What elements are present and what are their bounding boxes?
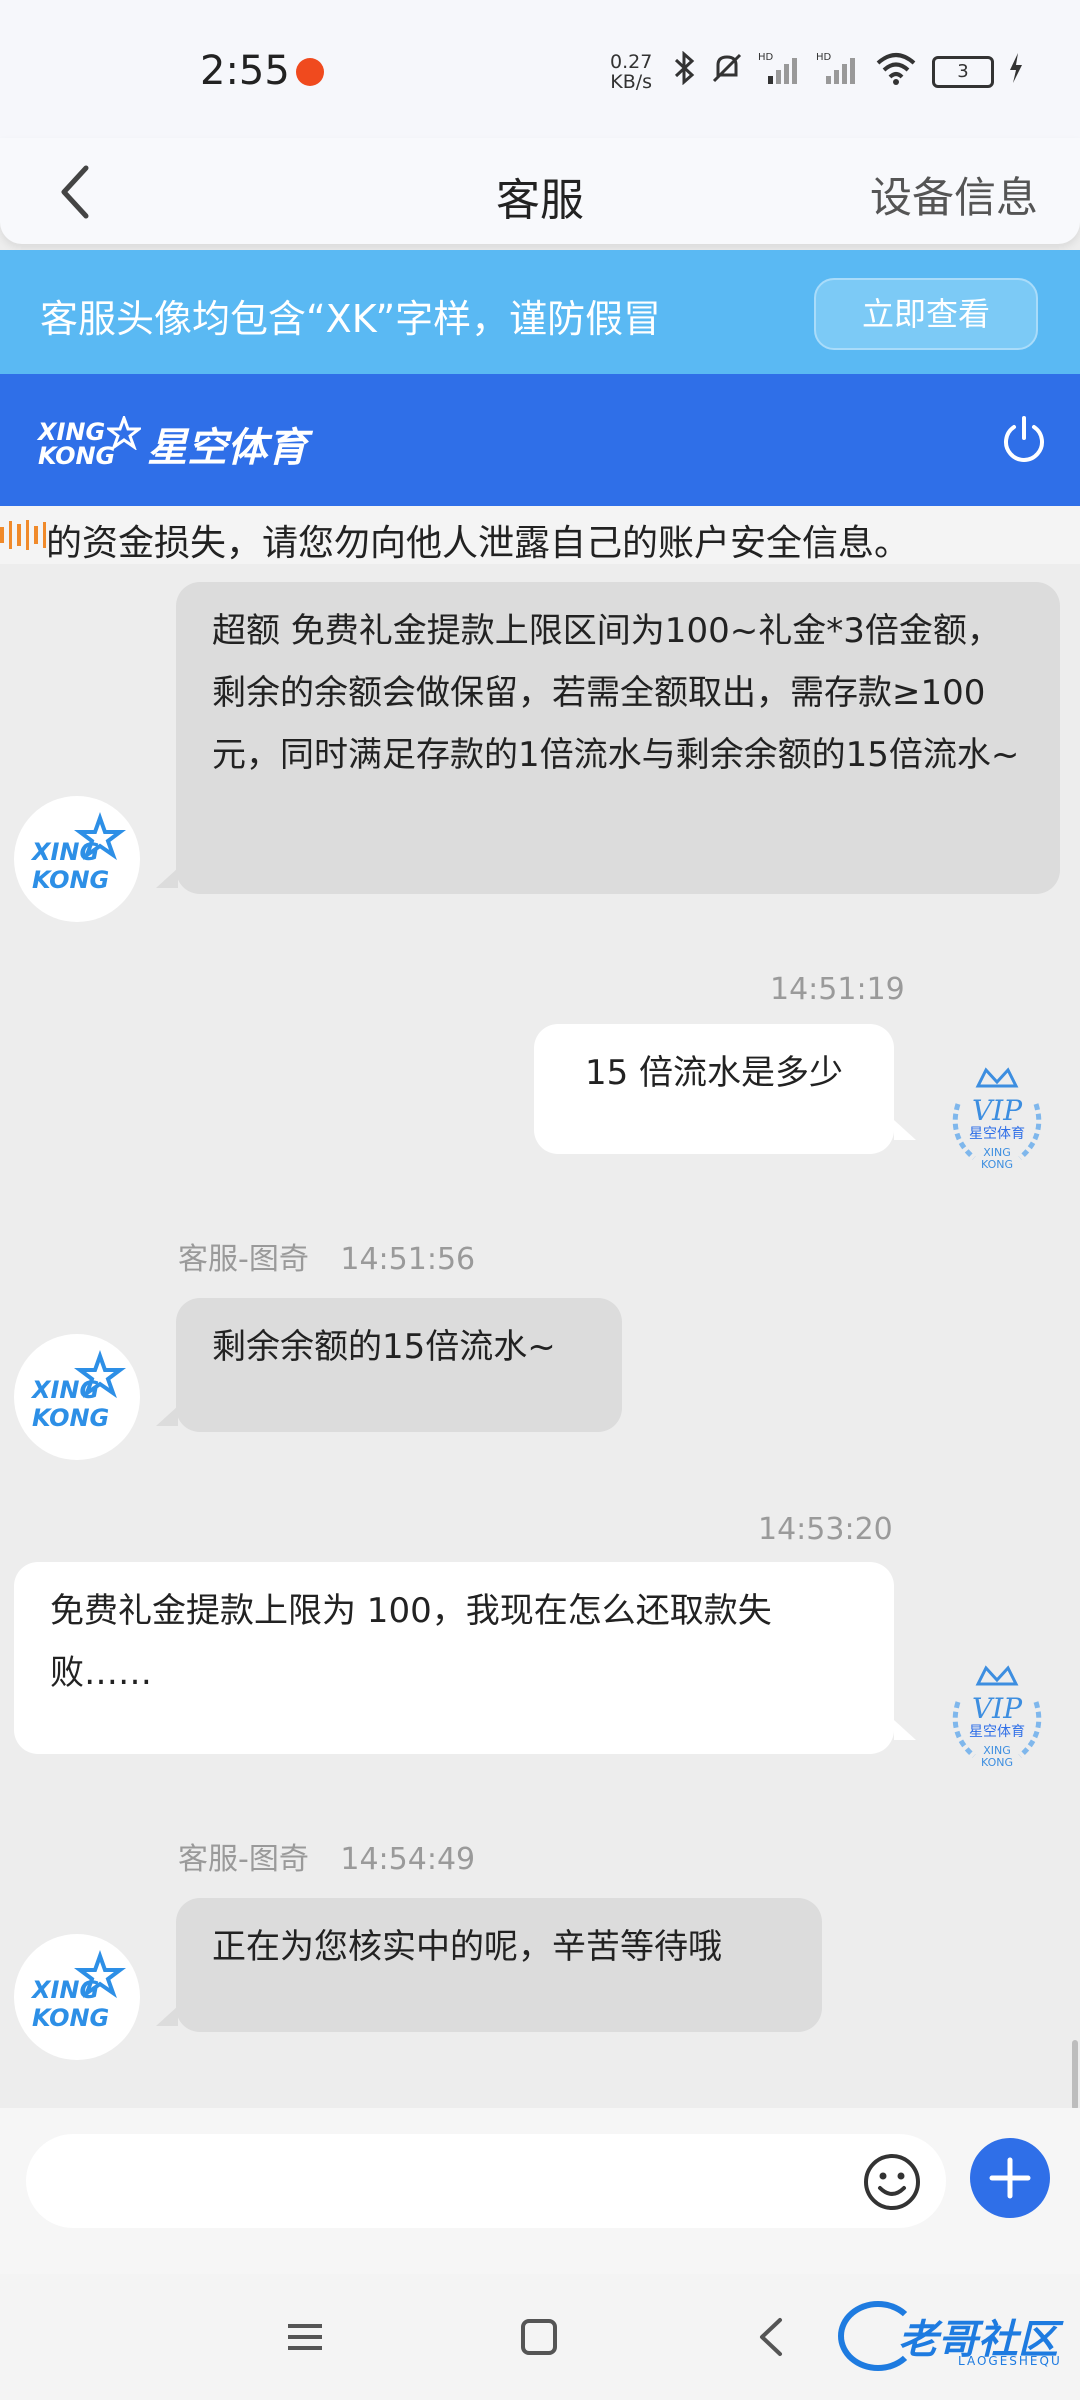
notification-dot-icon — [296, 58, 324, 86]
svg-text:VIP: VIP — [972, 1692, 1023, 1725]
svg-text:XING: XING — [30, 1376, 99, 1404]
plus-icon — [989, 2157, 1031, 2199]
notice-text: 客服头像均包含“XK”字样，谨防假冒 — [40, 297, 662, 341]
agent-sender-line: 客服-图奇 14:51:56 — [178, 1234, 475, 1278]
message-timestamp: 14:51:56 — [340, 1242, 476, 1277]
user-message-bubble: 免费礼金提款上限为 100，我现在怎么还取款失败…… — [14, 1562, 894, 1754]
agent-sender-line: 客服-图奇 14:54:49 — [178, 1834, 475, 1878]
user-vip-avatar[interactable]: VIP 星空体育 XING KONG — [934, 1654, 1060, 1780]
power-icon — [1004, 416, 1044, 462]
bluetooth-icon — [672, 50, 696, 93]
svg-text:XING: XING — [30, 1976, 99, 2004]
charging-icon — [1008, 53, 1024, 91]
chat-header: 客服 设备信息 — [0, 138, 1080, 244]
watermark-logo: 老哥社区 LAOGESHEQU — [838, 2296, 1068, 2376]
agent-avatar[interactable]: XING KONG — [14, 1334, 140, 1460]
mute-icon — [710, 51, 744, 93]
signal-icon-2: HD — [816, 50, 860, 94]
status-bar: 2:55 0.27 KB/s HD HD 3 — [0, 0, 1080, 138]
svg-text:VIP: VIP — [972, 1094, 1023, 1127]
message-input-bar — [0, 2108, 1080, 2274]
bubble-tail — [894, 1120, 916, 1140]
bubble-tail — [156, 2006, 178, 2026]
vip-badge-icon: VIP 星空体育 XING KONG — [952, 1665, 1042, 1769]
user-message-bubble: 15 倍流水是多少 — [534, 1024, 894, 1154]
bubble-tail — [894, 1720, 916, 1740]
vip-badge-icon: VIP 星空体育 XING KONG — [952, 1067, 1042, 1171]
message-timestamp: 14:54:49 — [340, 1842, 476, 1877]
battery-icon: 3 — [932, 56, 994, 88]
message-timestamp: 14:53:20 — [758, 1512, 893, 1547]
agent-message-bubble: 正在为您核实中的呢，辛苦等待哦 — [176, 1898, 822, 2032]
network-speed: 0.27 KB/s — [610, 51, 653, 93]
status-icons: HD HD 3 — [672, 50, 1024, 94]
wifi-icon — [874, 51, 918, 93]
logo-cn: 星空体育 — [147, 425, 308, 471]
anti-fraud-notice: 客服头像均包含“XK”字样，谨防假冒 立即查看 — [0, 250, 1080, 374]
bubble-tail — [156, 868, 178, 888]
svg-text:星空体育: 星空体育 — [969, 1724, 1025, 1740]
smiley-icon — [864, 2154, 920, 2210]
brand-bar: XING KONG 星空体育 — [0, 374, 1080, 506]
svg-text:KONG: KONG — [32, 1404, 109, 1432]
svg-text:KONG: KONG — [981, 1756, 1013, 1769]
svg-text:HD: HD — [816, 52, 832, 63]
bubble-tail — [156, 1406, 178, 1426]
xingkong-logo-icon: XING KONG — [30, 812, 126, 894]
agent-avatar[interactable]: XING KONG — [14, 796, 140, 922]
agent-name: 客服-图奇 — [178, 1842, 309, 1877]
message-input[interactable] — [26, 2134, 946, 2228]
back-triangle-icon — [760, 2318, 782, 2356]
agent-message-bubble: 超额 免费礼金提款上限区间为100~礼金*3倍金额，剩余的余额会做保留，若需全额… — [176, 582, 1060, 894]
svg-text:KONG: KONG — [981, 1158, 1013, 1171]
audio-bars-icon — [0, 520, 46, 550]
signal-icon-1: HD — [758, 50, 802, 94]
logo-en: XING KONG — [38, 418, 116, 470]
xingkong-logo-icon: XING KONG — [30, 1950, 126, 2032]
menu-icon — [288, 2324, 322, 2350]
xingkong-logo-icon: XING KONG — [30, 1350, 126, 1432]
svg-text:KONG: KONG — [32, 2004, 109, 2032]
view-now-button[interactable]: 立即查看 — [814, 278, 1038, 350]
add-attachment-button[interactable] — [970, 2138, 1050, 2218]
status-time: 2:55 — [200, 48, 290, 94]
back-nav-button[interactable] — [748, 2312, 798, 2362]
agent-message-bubble: 剩余余额的15倍流水~ — [176, 1298, 622, 1432]
svg-text:XING: XING — [30, 838, 99, 866]
agent-avatar[interactable]: XING KONG — [14, 1934, 140, 2060]
chat-scrollbar[interactable] — [1072, 2040, 1078, 2110]
brand-logo: XING KONG 星空体育 — [38, 404, 307, 484]
home-square-icon — [521, 2319, 557, 2355]
device-info-button[interactable]: 设备信息 — [870, 164, 1038, 225]
svg-text:KONG: KONG — [32, 866, 109, 894]
home-nav-button[interactable] — [514, 2312, 564, 2362]
message-timestamp: 14:51:19 — [770, 972, 905, 1007]
svg-text:HD: HD — [758, 52, 774, 63]
agent-name: 客服-图奇 — [178, 1242, 309, 1277]
emoji-button[interactable] — [862, 2152, 922, 2212]
svg-text:星空体育: 星空体育 — [969, 1126, 1025, 1142]
user-vip-avatar[interactable]: VIP 星空体育 XING KONG — [934, 1056, 1060, 1182]
security-marquee: 的资金损失，请您勿向他人泄露自己的账户安全信息。 — [0, 506, 1080, 564]
power-button[interactable] — [998, 414, 1050, 466]
marquee-text: 的资金损失，请您勿向他人泄露自己的账户安全信息。 — [46, 523, 911, 564]
star-icon — [107, 416, 142, 450]
menu-nav-button[interactable] — [280, 2312, 330, 2362]
